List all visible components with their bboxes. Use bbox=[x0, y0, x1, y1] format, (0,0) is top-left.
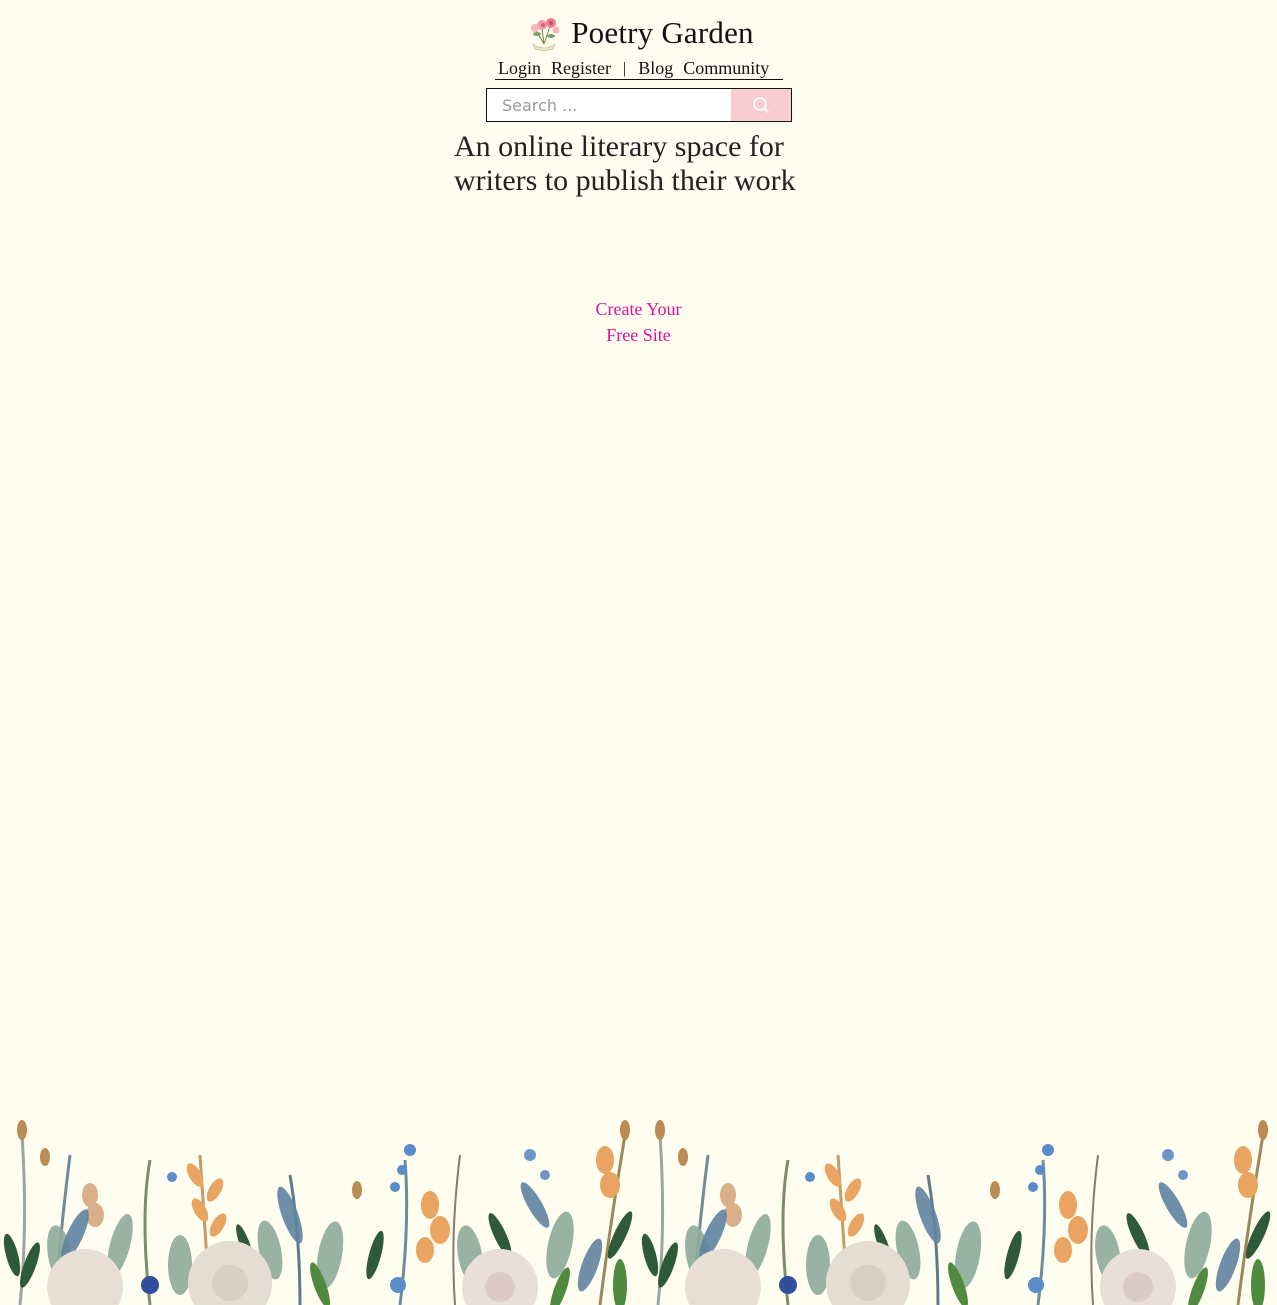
nav-register-link[interactable]: Register bbox=[551, 58, 611, 79]
top-nav: Login Register | Blog Community bbox=[495, 58, 783, 80]
hero-tagline: An online literary space for writers to … bbox=[454, 130, 854, 198]
search-form bbox=[486, 88, 792, 122]
search-input[interactable] bbox=[487, 89, 731, 121]
nav-login-link[interactable]: Login bbox=[498, 58, 541, 79]
tagline-line-2: writers to publish their work bbox=[454, 164, 796, 197]
nav-blog-link[interactable]: Blog bbox=[638, 58, 673, 79]
create-site-link[interactable]: Create Your Free Site bbox=[0, 296, 1277, 348]
site-header: Poetry Garden bbox=[0, 14, 1277, 57]
cta-line-1: Create Your bbox=[595, 299, 682, 319]
nav-community-link[interactable]: Community bbox=[683, 58, 769, 79]
flower-logo-icon bbox=[531, 18, 560, 51]
floral-border-illustration bbox=[0, 1118, 1276, 1305]
search-button[interactable] bbox=[731, 89, 791, 121]
nav-separator: | bbox=[623, 59, 627, 77]
brand[interactable]: Poetry Garden bbox=[523, 14, 754, 52]
search-icon bbox=[753, 97, 770, 114]
site-title: Poetry Garden bbox=[571, 15, 754, 50]
tagline-line-1: An online literary space for bbox=[454, 130, 784, 163]
cta-line-2: Free Site bbox=[606, 325, 671, 345]
